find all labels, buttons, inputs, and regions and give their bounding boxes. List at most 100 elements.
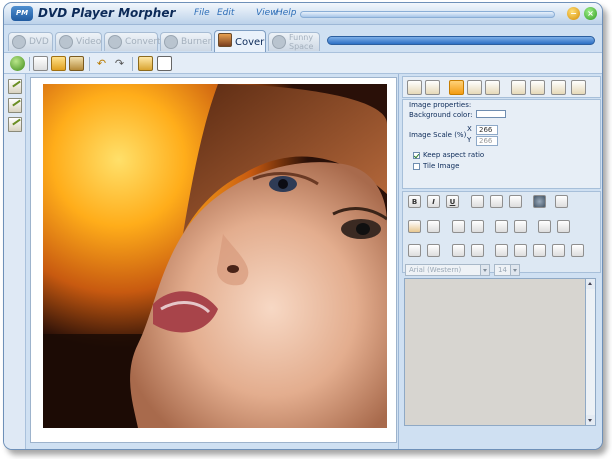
fit-icon[interactable] — [485, 80, 500, 95]
burner-icon — [164, 35, 178, 49]
background-color-swatch[interactable] — [476, 110, 506, 118]
video-icon — [59, 35, 73, 49]
column-right-icon[interactable] — [533, 244, 546, 257]
shape-icon[interactable] — [551, 80, 566, 95]
font-family-value: Arial (Western) — [409, 266, 462, 274]
color-palette-icon[interactable] — [533, 195, 546, 208]
edit-back-icon[interactable] — [8, 98, 22, 113]
tab-dvd-label: DVD — [29, 37, 49, 47]
text-frame-icon[interactable] — [555, 195, 568, 208]
new-icon[interactable] — [33, 56, 48, 71]
print-icon[interactable] — [138, 56, 153, 71]
funny-space-icon — [272, 35, 286, 49]
title-bar[interactable]: PM DVD Player Morpher File Edit View Hel… — [4, 3, 602, 25]
italic-button[interactable]: I — [427, 195, 440, 208]
undo-icon[interactable]: ↶ — [94, 56, 109, 71]
font-grow-icon[interactable] — [538, 220, 551, 233]
cover-canvas[interactable] — [30, 77, 397, 443]
bring-front-icon[interactable] — [407, 80, 422, 95]
tab-video[interactable]: Video — [55, 32, 102, 51]
delete-text-icon[interactable] — [427, 244, 440, 257]
scale-x-label: X — [467, 125, 472, 133]
paste-style-icon[interactable] — [471, 244, 484, 257]
tab-convert[interactable]: Convert — [104, 32, 161, 51]
text-box-icon[interactable] — [495, 220, 508, 233]
edit-inside-icon[interactable] — [8, 117, 22, 132]
close-button[interactable]: × — [584, 7, 597, 20]
app-window: PM DVD Player Morpher File Edit View Hel… — [3, 2, 603, 450]
scroll-down-icon[interactable] — [586, 415, 595, 425]
refresh-icon[interactable] — [10, 56, 25, 71]
cover-photo[interactable] — [43, 84, 387, 428]
keep-aspect-checkbox[interactable] — [413, 152, 420, 159]
menu-view[interactable]: View — [256, 8, 278, 18]
align-left-icon[interactable] — [471, 195, 484, 208]
menu-help[interactable]: Help — [276, 8, 297, 18]
save-icon[interactable] — [69, 56, 84, 71]
group-icon[interactable] — [530, 80, 545, 95]
font-size-select[interactable]: 14 — [494, 264, 520, 276]
image-properties: Image properties: Background color: Imag… — [402, 99, 601, 189]
tab-cover[interactable]: Cover — [214, 30, 266, 52]
format-tools: B I U — [402, 191, 601, 273]
cover-icon — [218, 33, 232, 47]
page-prev-icon[interactable] — [552, 244, 565, 257]
tab-burner-label: Burner — [181, 37, 212, 47]
align-right-icon[interactable] — [509, 195, 522, 208]
tile-image-label: Tile Image — [423, 162, 460, 170]
send-back-icon[interactable] — [425, 80, 440, 95]
layout-toolbar — [402, 76, 601, 98]
scale-y-input[interactable]: 266 — [476, 136, 498, 146]
frame-icon[interactable] — [157, 56, 172, 71]
tab-burner[interactable]: Burner — [160, 32, 212, 51]
open-icon[interactable] — [51, 56, 66, 71]
page-next-icon[interactable] — [571, 244, 584, 257]
text-shadow-icon[interactable] — [427, 220, 440, 233]
resize-icon[interactable] — [467, 80, 482, 95]
bold-button[interactable]: B — [408, 195, 421, 208]
chevron-down-icon — [510, 265, 519, 275]
chevron-down-icon — [480, 265, 489, 275]
move-icon[interactable] — [449, 80, 464, 95]
font-shrink-icon[interactable] — [557, 220, 570, 233]
tab-video-label: Video — [76, 37, 102, 47]
layer-icon[interactable] — [511, 80, 526, 95]
rotate-right-icon[interactable] — [471, 220, 484, 233]
text-editor-scrollbar[interactable] — [585, 278, 596, 426]
column-center-icon[interactable] — [514, 244, 527, 257]
text-group-icon[interactable] — [514, 220, 527, 233]
font-controls: Arial (Western) 14 — [402, 262, 601, 278]
image-scale-label: Image Scale (%) — [409, 131, 467, 139]
minimize-button[interactable]: − — [567, 7, 580, 20]
tab-convert-label: Convert — [125, 37, 161, 47]
toolbar-divider — [29, 57, 30, 71]
scale-x-input[interactable]: 266 — [476, 125, 498, 135]
menu-edit[interactable]: Edit — [217, 8, 234, 18]
insert-text-icon[interactable] — [408, 244, 421, 257]
toolbar-divider — [132, 57, 133, 71]
scale-y-label: Y — [467, 136, 472, 144]
copy-style-icon[interactable] — [452, 244, 465, 257]
title-decoration — [300, 11, 555, 18]
toolbar-divider — [89, 57, 90, 71]
app-title: DVD Player Morpher — [38, 6, 176, 20]
underline-button[interactable]: U — [446, 195, 459, 208]
align-center-icon[interactable] — [490, 195, 503, 208]
text-effect-icon[interactable] — [408, 220, 421, 233]
font-family-select[interactable]: Arial (Western) — [405, 264, 490, 276]
align-icon[interactable] — [571, 80, 586, 95]
rotate-left-icon[interactable] — [452, 220, 465, 233]
tab-dvd[interactable]: DVD — [8, 32, 53, 51]
tab-funny-space[interactable]: Funny Space — [268, 32, 320, 51]
menu-file[interactable]: File — [194, 8, 210, 18]
edit-front-icon[interactable] — [8, 79, 22, 94]
font-size-value: 14 — [498, 266, 507, 274]
portrait-image — [43, 84, 387, 428]
tile-image-checkbox[interactable] — [413, 163, 420, 170]
tab-strip-decoration — [327, 36, 595, 45]
redo-icon[interactable]: ↷ — [112, 56, 127, 71]
left-tool-strip — [4, 74, 26, 449]
column-left-icon[interactable] — [495, 244, 508, 257]
text-editor[interactable] — [404, 278, 585, 426]
scroll-up-icon[interactable] — [586, 279, 595, 289]
